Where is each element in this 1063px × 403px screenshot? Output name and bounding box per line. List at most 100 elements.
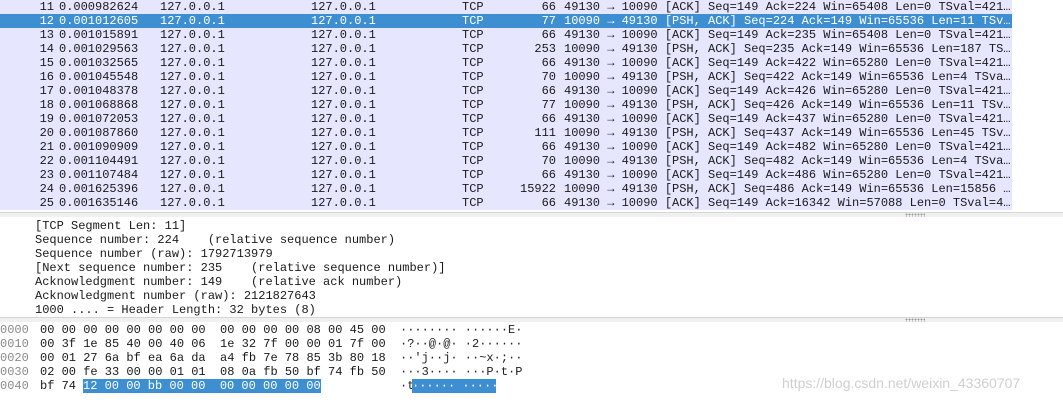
packet-row[interactable]: 14 0.001029563 127.0.0.1 127.0.0.1 TCP 253 100… bbox=[0, 42, 1012, 56]
packet-row[interactable]: 11 0.000982624 127.0.0.1 127.0.0.1 TCP 66 4913… bbox=[0, 0, 1012, 14]
packet-destination: 127.0.0.1 bbox=[311, 140, 376, 154]
packet-source: 127.0.0.1 bbox=[160, 182, 225, 196]
packet-source: 127.0.0.1 bbox=[160, 140, 225, 154]
bytes-ascii[interactable]: ········ ······E· bbox=[400, 323, 522, 337]
packet-source: 127.0.0.1 bbox=[160, 0, 225, 14]
packet-time: 0.001635146 bbox=[59, 196, 139, 210]
packet-time: 0.001087860 bbox=[59, 126, 139, 140]
packet-source: 127.0.0.1 bbox=[160, 98, 225, 112]
bytes-offset[interactable]: 0030 bbox=[0, 365, 29, 379]
bytes-hex[interactable]: 00 01 27 6a bf ea 6a da a4 fb 7e 78 85 3… bbox=[40, 351, 386, 365]
packet-row[interactable]: 15 0.001032565 127.0.0.1 127.0.0.1 TCP 66 4913… bbox=[0, 56, 1012, 70]
packet-protocol: TCP bbox=[462, 56, 484, 70]
bytes-ascii[interactable]: ··'j··j· ··~x·;·· bbox=[400, 351, 522, 365]
bytes-offset[interactable]: 0040 bbox=[0, 379, 29, 393]
packet-protocol: TCP bbox=[462, 70, 484, 84]
bytes-ascii[interactable]: ·?··@·@· ·2······ bbox=[400, 337, 522, 351]
packet-number: 20 bbox=[39, 126, 54, 140]
packet-number: 19 bbox=[39, 112, 54, 126]
packet-row[interactable]: 24 0.001625396 127.0.0.1 127.0.0.1 TCP 15922 1… bbox=[0, 182, 1012, 196]
detail-line[interactable]: [TCP Segment Len: 11] bbox=[35, 219, 186, 233]
packet-source: 127.0.0.1 bbox=[160, 42, 225, 56]
packet-time: 0.001090909 bbox=[59, 140, 139, 154]
packet-row[interactable]: 22 0.001104491 127.0.0.1 127.0.0.1 TCP 70 1009… bbox=[0, 154, 1012, 168]
packet-source: 127.0.0.1 bbox=[160, 70, 225, 84]
packet-info: 10090 → 49130 [PSH, ACK] Seq=426 Ack=149… bbox=[564, 98, 1011, 112]
packet-protocol: TCP bbox=[462, 98, 484, 112]
packet-number: 11 bbox=[39, 0, 54, 14]
packet-row[interactable]: 25 0.001635146 127.0.0.1 127.0.0.1 TCP 66 4913… bbox=[0, 196, 1012, 210]
bytes-hex[interactable]: 00 00 00 00 00 00 00 00 00 00 00 00 08 0… bbox=[40, 323, 386, 337]
packet-time: 0.001048378 bbox=[59, 84, 139, 98]
packet-time: 0.001068868 bbox=[59, 98, 139, 112]
packet-number: 14 bbox=[39, 42, 54, 56]
bytes-hex[interactable]: 00 3f 1e 85 40 00 40 06 1e 32 7f 00 00 0… bbox=[40, 337, 386, 351]
packet-time: 0.001107484 bbox=[59, 168, 139, 182]
packet-time: 0.001104491 bbox=[59, 154, 139, 168]
bytes-hex-selected[interactable]: 12 00 00 bb 00 00 00 00 00 00 00 bbox=[83, 379, 321, 393]
packet-protocol: TCP bbox=[462, 182, 484, 196]
packet-source: 127.0.0.1 bbox=[160, 14, 225, 28]
packet-length: 70 bbox=[541, 154, 556, 168]
packet-info: 49130 → 10090 [ACK] Seq=149 Ack=426 Win=… bbox=[564, 84, 1011, 98]
packet-protocol: TCP bbox=[462, 14, 484, 28]
detail-line[interactable]: Sequence number: 224 (relative sequence … bbox=[35, 233, 395, 247]
packet-row[interactable]: 12 0.001012605 127.0.0.1 127.0.0.1 TCP 77 1009… bbox=[0, 14, 1012, 28]
packet-protocol: TCP bbox=[462, 112, 484, 126]
packet-info: 10090 → 49130 [PSH, ACK] Seq=437 Ack=149… bbox=[564, 126, 1011, 140]
packet-details-pane[interactable]: [TCP Segment Len: 11] Sequence number: 22… bbox=[0, 217, 1063, 317]
packet-length: 66 bbox=[541, 140, 556, 154]
packet-list[interactable]: 11 0.000982624 127.0.0.1 127.0.0.1 TCP 66 4913… bbox=[0, 0, 1063, 212]
watermark: https://blog.csdn.net/weixin_43360707 bbox=[782, 375, 1021, 391]
bytes-hex[interactable]: bf 74 bbox=[40, 379, 76, 393]
packet-length: 70 bbox=[541, 70, 556, 84]
detail-line[interactable]: Acknowledgment number (raw): 2121827643 bbox=[35, 289, 316, 303]
packet-row[interactable]: 19 0.001072053 127.0.0.1 127.0.0.1 TCP 66 4913… bbox=[0, 112, 1012, 126]
detail-line[interactable]: Acknowledgment number: 149 (relative ack… bbox=[35, 275, 402, 289]
packet-row[interactable]: 20 0.001087860 127.0.0.1 127.0.0.1 TCP 111 100… bbox=[0, 126, 1012, 140]
packet-destination: 127.0.0.1 bbox=[311, 0, 376, 14]
packet-protocol: TCP bbox=[462, 140, 484, 154]
packet-info: 10090 → 49130 [PSH, ACK] Seq=422 Ack=149… bbox=[564, 70, 1011, 84]
packet-number: 22 bbox=[39, 154, 54, 168]
packet-destination: 127.0.0.1 bbox=[311, 84, 376, 98]
bytes-row: 0020 00 01 27 6a bf ea 6a da a4 fb 7e 78 … bbox=[0, 351, 1063, 365]
packet-destination: 127.0.0.1 bbox=[311, 42, 376, 56]
packet-source: 127.0.0.1 bbox=[160, 168, 225, 182]
packet-length: 66 bbox=[541, 0, 556, 14]
packet-source: 127.0.0.1 bbox=[160, 112, 225, 126]
packet-info: 49130 → 10090 [ACK] Seq=149 Ack=422 Win=… bbox=[564, 56, 1011, 70]
packet-info: 49130 → 10090 [ACK] Seq=149 Ack=482 Win=… bbox=[564, 140, 1011, 154]
detail-line[interactable]: Sequence number (raw): 1792713979 bbox=[35, 247, 273, 261]
packet-info: 49130 → 10090 [ACK] Seq=149 Ack=486 Win=… bbox=[564, 168, 1011, 182]
packet-length: 253 bbox=[534, 42, 556, 56]
bytes-hex[interactable]: 02 00 fe 33 00 00 01 01 08 0a fb 50 bf 7… bbox=[40, 365, 386, 379]
packet-destination: 127.0.0.1 bbox=[311, 154, 376, 168]
packet-length: 15922 bbox=[520, 182, 556, 196]
packet-row[interactable]: 18 0.001068868 127.0.0.1 127.0.0.1 TCP 77 1009… bbox=[0, 98, 1012, 112]
packet-info: 49130 → 10090 [ACK] Seq=149 Ack=16342 Wi… bbox=[564, 196, 1011, 210]
bytes-offset[interactable]: 0010 bbox=[0, 337, 29, 351]
packet-row[interactable]: 23 0.001107484 127.0.0.1 127.0.0.1 TCP 66 4913… bbox=[0, 168, 1012, 182]
detail-line[interactable]: 1000 .... = Header Length: 32 bytes (8) bbox=[35, 303, 316, 317]
bytes-row: 0010 00 3f 1e 85 40 00 40 06 1e 32 7f 00 … bbox=[0, 337, 1063, 351]
packet-number: 23 bbox=[39, 168, 54, 182]
packet-number: 18 bbox=[39, 98, 54, 112]
bytes-offset[interactable]: 0000 bbox=[0, 323, 29, 337]
packet-length: 66 bbox=[541, 56, 556, 70]
packet-protocol: TCP bbox=[462, 0, 484, 14]
bytes-offset[interactable]: 0020 bbox=[0, 351, 29, 365]
packet-destination: 127.0.0.1 bbox=[311, 98, 376, 112]
detail-line[interactable]: [Next sequence number: 235 (relative seq… bbox=[35, 261, 445, 275]
packet-row[interactable]: 21 0.001090909 127.0.0.1 127.0.0.1 TCP 66 4913… bbox=[0, 140, 1012, 154]
packet-source: 127.0.0.1 bbox=[160, 196, 225, 210]
packet-protocol: TCP bbox=[462, 196, 484, 210]
packet-row[interactable]: 17 0.001048378 127.0.0.1 127.0.0.1 TCP 66 4913… bbox=[0, 84, 1012, 98]
bytes-ascii[interactable]: ···3···· ···P·t·P bbox=[400, 365, 522, 379]
packet-row[interactable]: 13 0.001015891 127.0.0.1 127.0.0.1 TCP 66 4913… bbox=[0, 28, 1012, 42]
packet-time: 0.000982624 bbox=[59, 0, 139, 14]
packet-info: 10090 → 49130 [PSH, ACK] Seq=224 Ack=149… bbox=[564, 14, 1011, 28]
bytes-row: 0000 00 00 00 00 00 00 00 00 00 00 00 00 … bbox=[0, 323, 1063, 337]
packet-row[interactable]: 16 0.001045548 127.0.0.1 127.0.0.1 TCP 70 1009… bbox=[0, 70, 1012, 84]
bytes-ascii-selected[interactable]: ······ ····· bbox=[412, 379, 498, 393]
